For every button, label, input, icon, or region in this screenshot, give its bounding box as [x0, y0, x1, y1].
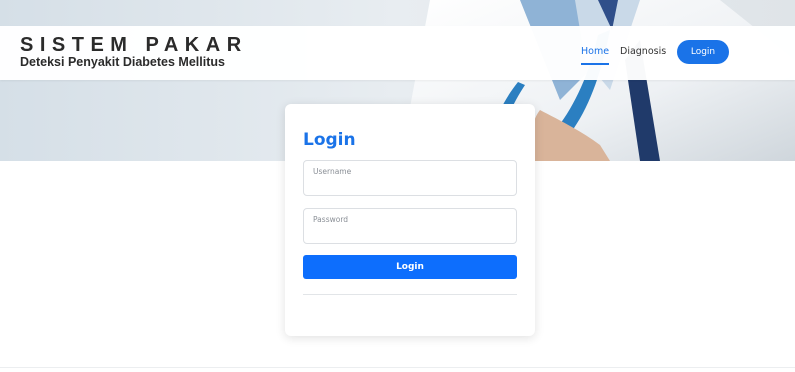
login-submit-button[interactable]: Login: [303, 255, 517, 279]
nav-login-button[interactable]: Login: [677, 40, 729, 64]
nav-link-diagnosis[interactable]: Diagnosis: [620, 46, 666, 58]
footer-divider: [0, 367, 795, 368]
navbar: SISTEM PAKAR Deteksi Penyakit Diabetes M…: [0, 26, 795, 80]
card-divider: [303, 294, 517, 295]
login-card: Login Username Password Login: [285, 104, 535, 336]
username-placeholder: Username: [313, 167, 352, 176]
nav-link-home[interactable]: Home: [581, 46, 610, 65]
brand-title: SISTEM PAKAR: [20, 34, 248, 56]
brand-subtitle: Deteksi Penyakit Diabetes Mellitus: [20, 55, 225, 69]
password-input[interactable]: Password: [303, 208, 517, 244]
username-input[interactable]: Username: [303, 160, 517, 196]
page: SISTEM PAKAR Deteksi Penyakit Diabetes M…: [0, 0, 795, 372]
password-placeholder: Password: [313, 215, 349, 224]
login-title: Login: [303, 130, 356, 150]
